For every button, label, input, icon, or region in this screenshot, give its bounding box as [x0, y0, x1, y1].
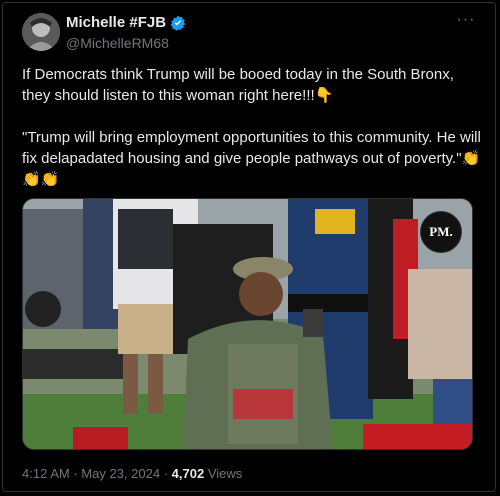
avatar[interactable]	[22, 13, 60, 51]
tweet-footer: 4:12 AM · May 23, 2024 · 4,702 Views	[22, 466, 242, 481]
author-handle[interactable]: @MichelleRM68	[66, 35, 169, 51]
tweet-date[interactable]: May 23, 2024	[81, 466, 160, 481]
display-name-text[interactable]: Michelle #FJB	[66, 14, 166, 31]
more-options-icon[interactable]: ···	[455, 12, 477, 32]
display-name[interactable]: Michelle #FJB	[66, 14, 186, 31]
footer-separator: ·	[73, 466, 78, 481]
tweet-text: If Democrats think Trump will be booed t…	[22, 64, 484, 190]
tweet-paragraph-1: If Democrats think Trump will be booed t…	[22, 66, 459, 104]
footer-separator-2: ·	[163, 466, 169, 481]
tweet-time[interactable]: 4:12 AM	[22, 466, 70, 481]
views-label: Views	[207, 466, 243, 481]
video-frame	[23, 199, 472, 449]
pm-watermark-logo: PM.	[420, 211, 462, 253]
video-thumbnail[interactable]	[22, 198, 473, 450]
tweet-paragraph-2: "Trump will bring employment opportuniti…	[22, 129, 485, 188]
verified-badge-icon	[170, 15, 186, 31]
views-count: 4,702	[171, 466, 205, 481]
